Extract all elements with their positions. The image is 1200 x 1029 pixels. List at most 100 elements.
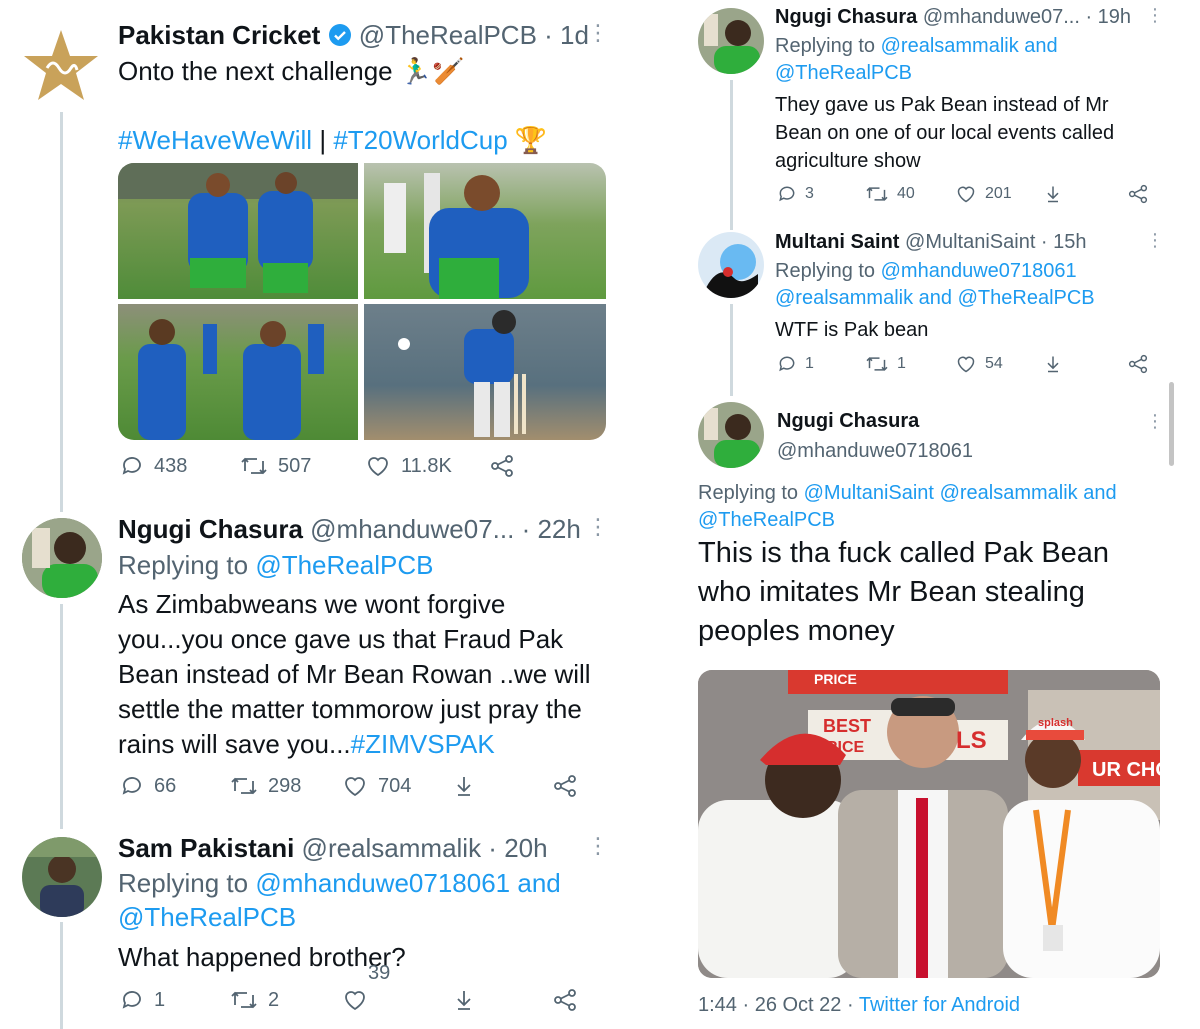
more-options-icon[interactable]: ⋮ (587, 22, 609, 44)
more-options-icon[interactable]: ⋮ (1146, 231, 1164, 249)
reply-count: 1 (805, 355, 814, 372)
and-link[interactable]: and (517, 868, 560, 898)
media-photo[interactable] (118, 304, 358, 440)
mention-link[interactable]: @TheRealPCB (698, 507, 1117, 534)
tweet-header: Pakistan Cricket @TheRealPCB · 1d (118, 18, 589, 55)
reply-button[interactable]: 438 (120, 454, 240, 478)
like-count: 201 (985, 185, 1012, 202)
share-button[interactable] (1127, 354, 1149, 374)
reply-button[interactable]: 3 (777, 184, 865, 204)
star-logo-icon (24, 30, 98, 100)
retweet-button[interactable]: 507 (240, 454, 365, 478)
author-name[interactable]: Pakistan Cricket (118, 20, 320, 50)
author-handle[interactable]: @mhanduwe07... (310, 514, 514, 544)
like-button[interactable]: 54 (955, 354, 1043, 374)
share-button[interactable] (552, 774, 578, 798)
tweet-time[interactable]: · 22h (522, 514, 581, 544)
author-handle[interactable]: @mhanduwe0718061 (777, 438, 973, 464)
avatar[interactable] (698, 232, 764, 298)
author-name[interactable]: Ngugi Chasura (777, 408, 919, 434)
replying-to: Replying to @MultaniSaint @realsammalik … (698, 480, 1117, 534)
share-icon (554, 775, 576, 797)
reply-icon (122, 457, 141, 475)
more-options-icon[interactable]: ⋮ (587, 516, 609, 538)
avatar[interactable] (22, 518, 102, 598)
retweet-count: 2 (268, 988, 280, 1011)
hashtag-line: #WeHaveWeWill | #T20WorldCup 🏆 (118, 123, 547, 157)
mention-link[interactable]: @realsammalik (940, 482, 1078, 504)
author-name[interactable]: Ngugi Chasura (775, 6, 917, 28)
mention-link[interactable]: @TheRealPCB (775, 60, 1058, 87)
tweet-actions: 66 298 704 (120, 774, 578, 798)
tweet-actions: 1 2 39 (120, 962, 578, 1012)
retweet-button[interactable]: 2 (230, 988, 342, 1012)
retweet-button[interactable]: 40 (865, 184, 955, 204)
download-button[interactable] (452, 988, 552, 1012)
player-fielding-image (384, 173, 529, 299)
retweet-button[interactable]: 298 (230, 774, 342, 798)
tweet-time[interactable]: · 1d (544, 20, 589, 50)
share-button[interactable] (1127, 184, 1149, 204)
media-photo[interactable] (118, 163, 358, 299)
reply-count: 3 (805, 185, 814, 202)
author-handle[interactable]: @TheRealPCB (359, 20, 537, 50)
download-icon (457, 777, 471, 796)
cap-text: splash (1038, 717, 1073, 729)
timestamp-text[interactable]: 1:44 · 26 Oct 22 · (698, 994, 854, 1016)
pcb-logo-avatar[interactable] (22, 28, 100, 106)
reply-button[interactable]: 66 (120, 774, 230, 798)
tweet-time[interactable]: · 19h (1085, 6, 1131, 28)
media-photo[interactable] (364, 163, 606, 299)
media-photo[interactable]: PRICE BEST RICE LS UR CHO splash (698, 670, 1160, 978)
and-link[interactable]: and (1024, 35, 1057, 57)
mention-link[interactable]: @realsammalik (775, 287, 913, 309)
author-name[interactable]: Ngugi Chasura (118, 514, 303, 544)
replying-line: Replying to @mhanduwe0718061 (775, 258, 1095, 285)
hashtag-link[interactable]: #ZIMVSPAK (351, 729, 495, 759)
more-options-icon[interactable]: ⋮ (587, 835, 609, 857)
author-handle[interactable]: @realsammalik · 20h (302, 833, 548, 863)
like-button[interactable]: 704 (342, 774, 452, 798)
user-photo (698, 402, 764, 468)
mention-link[interactable]: @mhanduwe0718061 (881, 260, 1077, 282)
mention-link[interactable]: @MultaniSaint (804, 482, 934, 504)
share-button[interactable] (489, 454, 515, 478)
and-link[interactable]: and (919, 287, 952, 309)
avatar[interactable] (698, 8, 764, 74)
mention-link[interactable]: @TheRealPCB (255, 550, 433, 580)
retweet-button[interactable]: 1 (865, 354, 955, 374)
source-link[interactable]: Twitter for Android (859, 994, 1020, 1016)
download-button[interactable] (1043, 354, 1127, 374)
author-name[interactable]: Sam Pakistani (118, 833, 294, 863)
mention-link[interactable]: @realsammalik (881, 35, 1019, 57)
scrollbar-thumb[interactable] (1169, 382, 1174, 466)
author-handle[interactable]: @mhanduwe07... (923, 6, 1080, 28)
heart-icon (345, 991, 365, 1011)
more-options-icon[interactable]: ⋮ (1146, 6, 1164, 24)
avatar[interactable] (698, 402, 764, 468)
like-button[interactable]: 201 (955, 184, 1043, 204)
like-button[interactable]: 39 (342, 962, 452, 1012)
share-button[interactable] (552, 988, 578, 1012)
reply-button[interactable]: 1 (120, 988, 230, 1012)
author-handle[interactable]: @MultaniSaint · 15h (905, 231, 1087, 253)
media-grid (118, 163, 606, 440)
hashtag-link[interactable]: #WeHaveWeWill (118, 125, 312, 155)
media-photo[interactable] (364, 304, 606, 440)
mention-link[interactable]: @TheRealPCB (118, 900, 561, 934)
hashtag-link[interactable]: #T20WorldCup 🏆 (333, 125, 547, 155)
more-options-icon[interactable]: ⋮ (1146, 412, 1164, 430)
author-name[interactable]: Multani Saint (775, 231, 899, 253)
reply-button[interactable]: 1 (777, 354, 865, 374)
tweet-actions: 3 40 201 (777, 184, 1149, 204)
download-button[interactable] (452, 774, 552, 798)
replying-to: Replying to @TheRealPCB (118, 548, 433, 582)
replying-to: Replying to @realsammalik and @TheRealPC… (775, 33, 1058, 87)
mention-link[interactable]: @TheRealPCB (958, 287, 1095, 309)
like-button[interactable]: 11.8K (365, 454, 489, 478)
mention-link[interactable]: @mhanduwe0718061 (255, 868, 510, 898)
retweet-icon (231, 991, 257, 1009)
avatar[interactable] (22, 837, 102, 917)
download-button[interactable] (1043, 184, 1127, 204)
and-link[interactable]: and (1083, 482, 1116, 504)
